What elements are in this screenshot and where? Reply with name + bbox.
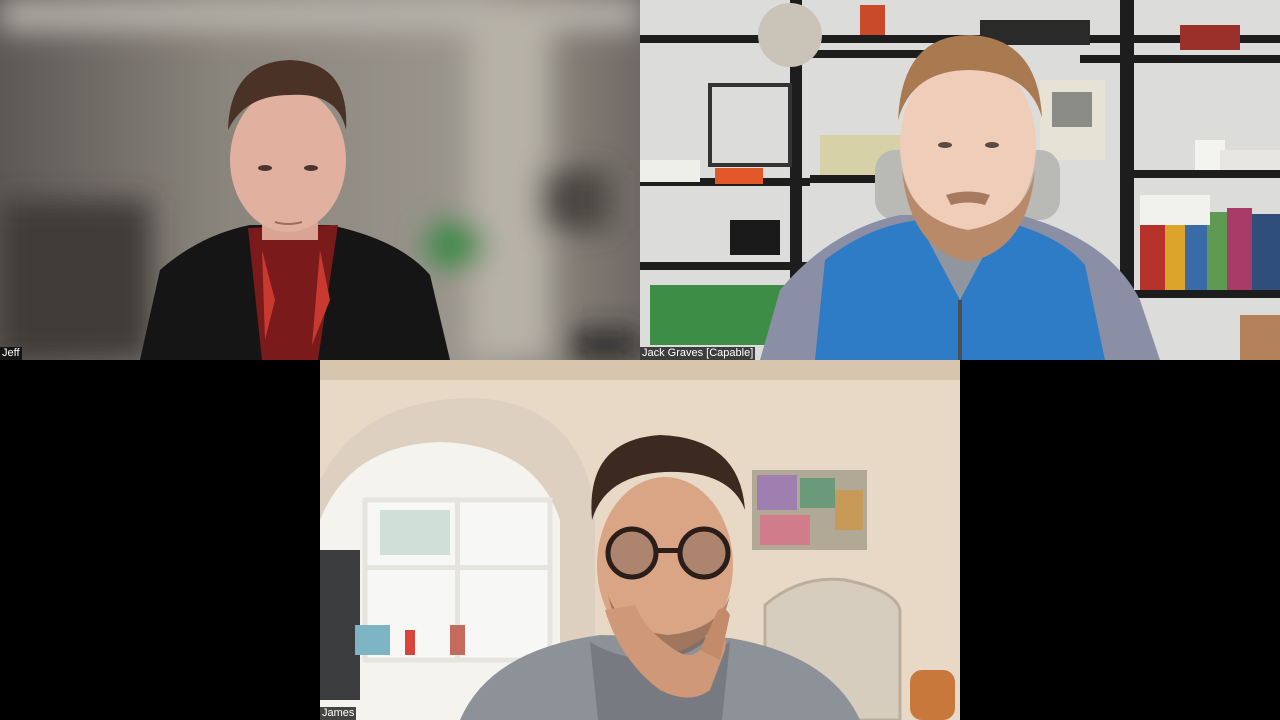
participant-tile-jack[interactable]: Jack Graves [Capable] [640, 0, 1280, 360]
participant-name-label: Jack Graves [Capable] [640, 347, 756, 360]
participant-tile-jeff[interactable]: Jeff [0, 0, 640, 360]
participant-name-label: Jeff [0, 347, 22, 360]
video-feed-jeff [0, 0, 640, 360]
participant-tile-james[interactable]: James [320, 360, 960, 720]
participant-name-label: James [320, 707, 357, 720]
video-feed-jack [640, 0, 1280, 360]
video-feed-james [320, 360, 960, 720]
